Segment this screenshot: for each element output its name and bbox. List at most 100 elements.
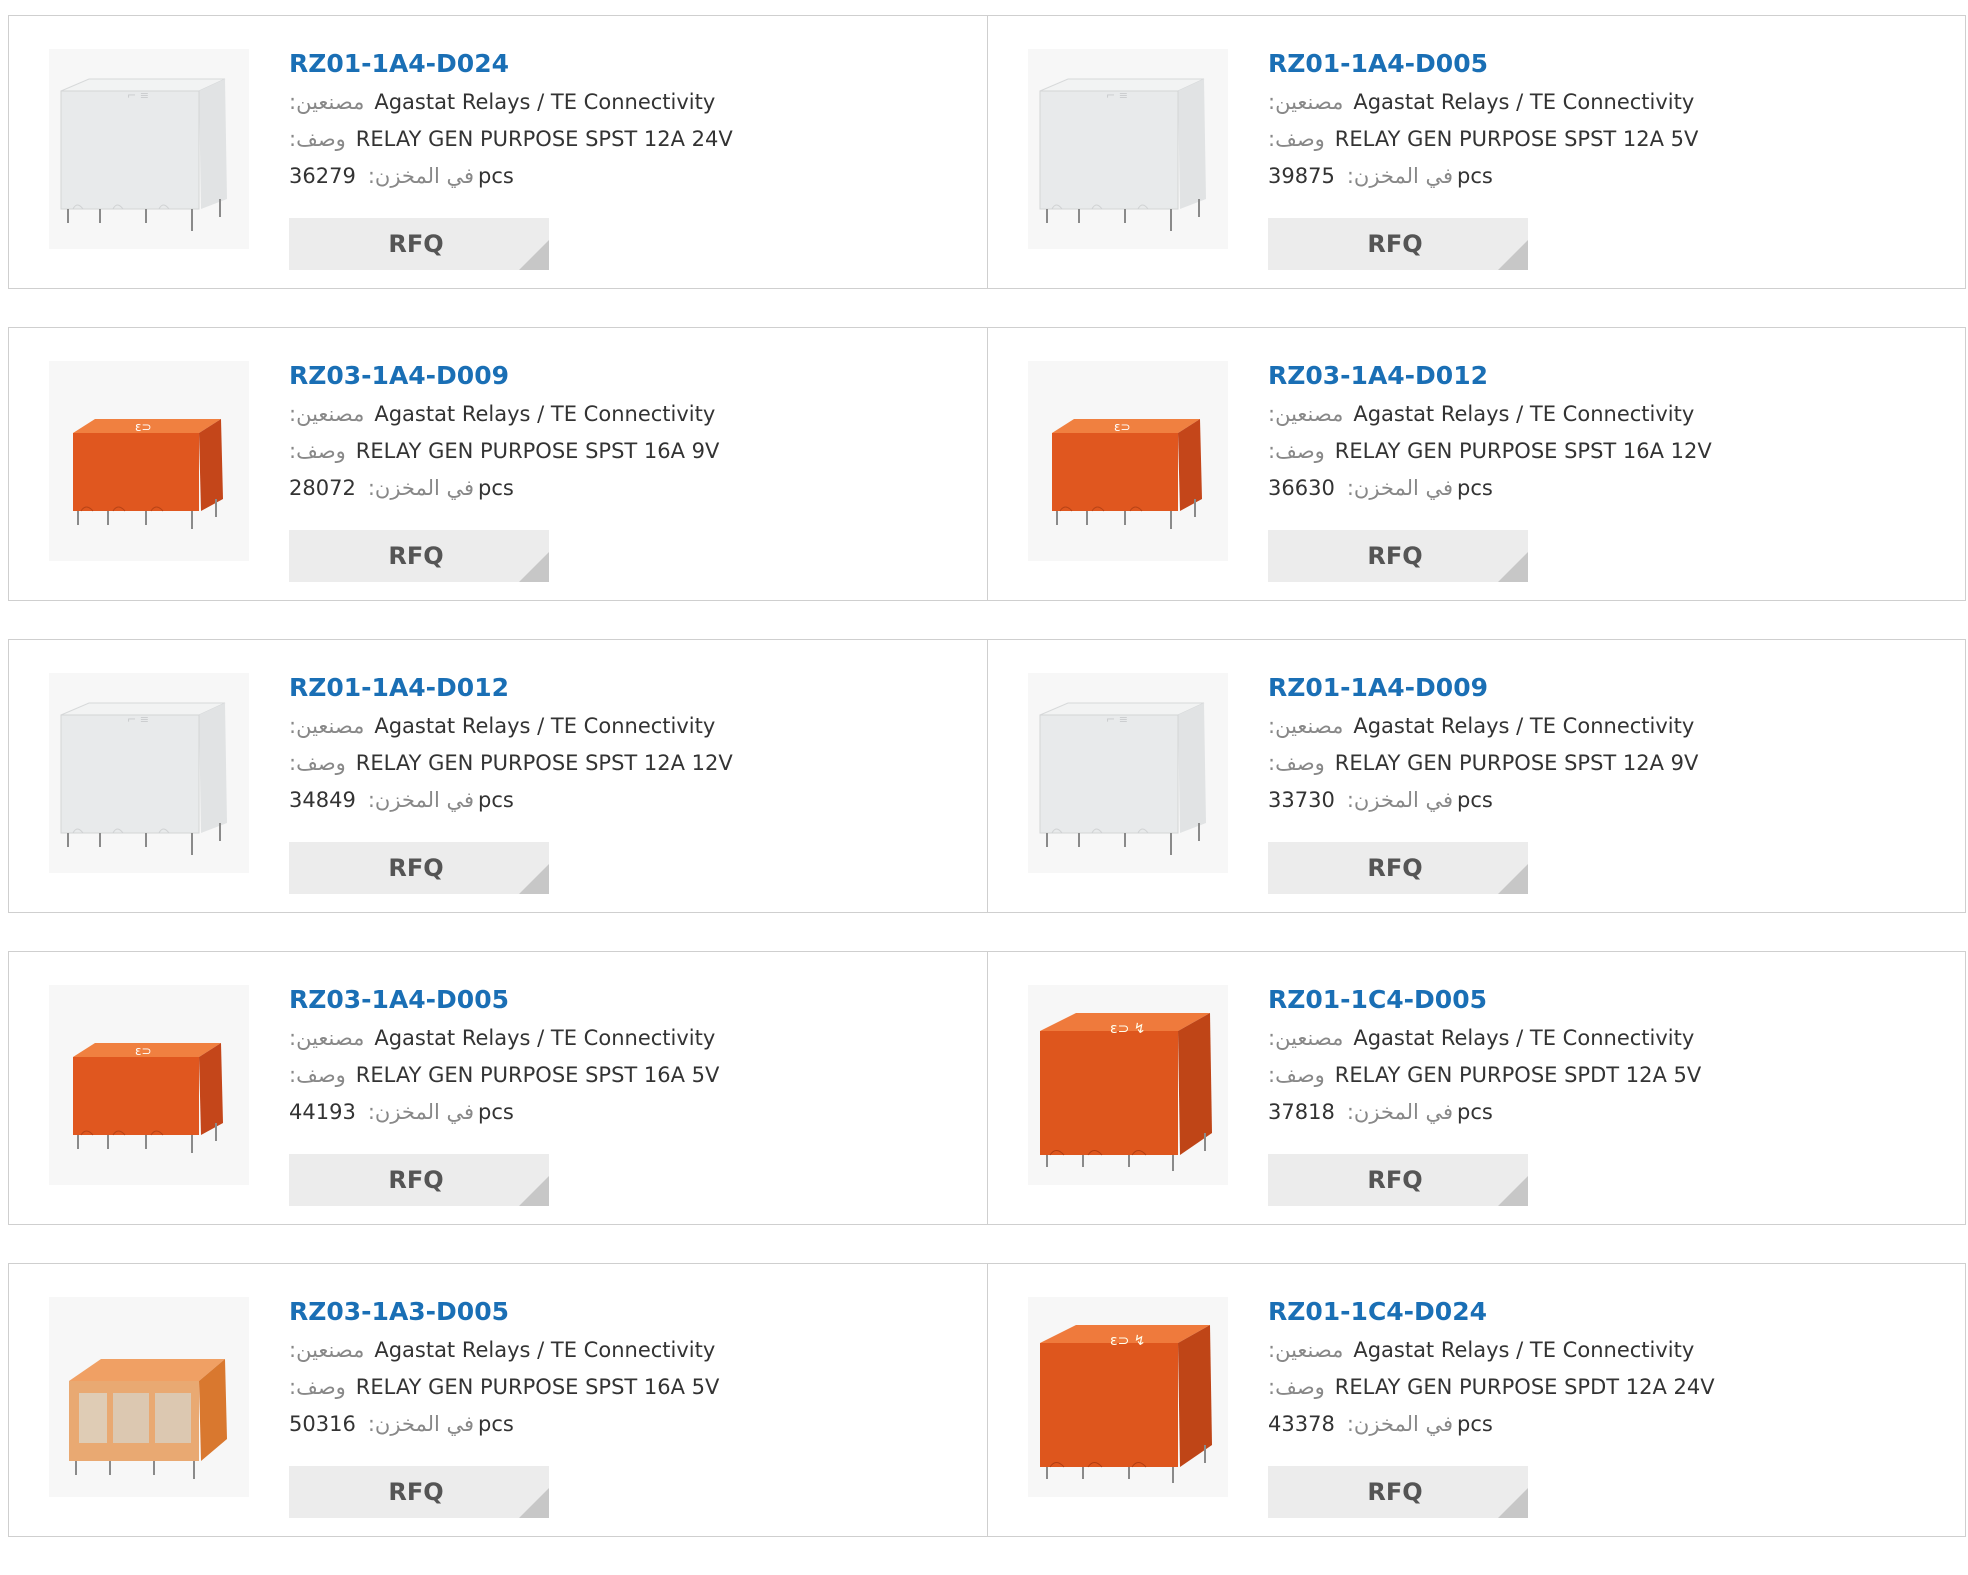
stock-value: 43378 <box>1268 1412 1335 1436</box>
product-image[interactable]: ɛ⊃ ↯ <box>1028 985 1228 1185</box>
corner-triangle-icon <box>1498 240 1528 270</box>
svg-text:⌐ ≡: ⌐ ≡ <box>127 89 149 102</box>
stock-unit: pcs <box>478 1412 514 1436</box>
svg-text:ɛ⊃: ɛ⊃ <box>135 420 152 434</box>
stock-line: 43378:في المخزن pcs <box>1268 1406 1715 1443</box>
product-image[interactable]: ɛ⊃ <box>1028 361 1228 561</box>
rfq-button[interactable]: RFQ <box>1268 530 1528 582</box>
manufacturer-value: Agastat Relays / TE Connectivity <box>1353 402 1695 426</box>
product-info: RZ01-1A4-D012 :مصنعين Agastat Relays / TE… <box>289 668 733 819</box>
corner-triangle-icon <box>1498 1176 1528 1206</box>
stock-label: :في المخزن <box>367 164 475 188</box>
product-image[interactable]: ⌐ ≡ <box>49 49 249 249</box>
stock-value: 50316 <box>289 1412 356 1436</box>
stock-line: 28072:في المخزن pcs <box>289 470 719 507</box>
product-info: RZ03-1A3-D005 :مصنعين Agastat Relays / TE… <box>289 1292 719 1443</box>
stock-line: 44193:في المخزن pcs <box>289 1094 719 1131</box>
product-card: ɛ⊃ RZ03-1A4-D005 :مصنعين Agastat Relays /… <box>8 951 988 1225</box>
product-image[interactable]: ⌐ ≡ <box>49 673 249 873</box>
stock-value: 44193 <box>289 1100 356 1124</box>
manufacturer-line: :مصنعين Agastat Relays / TE Connectivity <box>1268 1332 1715 1369</box>
description-value: RELAY GEN PURPOSE SPST 16A 5V <box>355 1063 720 1087</box>
stock-label: :في المخزن <box>367 1100 475 1124</box>
rfq-button[interactable]: RFQ <box>289 842 549 894</box>
product-image[interactable]: ɛ⊃ ↯ <box>1028 1297 1228 1497</box>
product-image[interactable]: ⌐ ≡ <box>1028 673 1228 873</box>
description-label: :وصف <box>289 751 346 775</box>
manufacturer-value: Agastat Relays / TE Connectivity <box>374 90 716 114</box>
stock-value: 39875 <box>1268 164 1335 188</box>
manufacturer-label: :مصنعين <box>1268 714 1344 738</box>
description-line: :وصف RELAY GEN PURPOSE SPDT 12A 24V <box>1268 1369 1715 1406</box>
product-image[interactable]: ⌐ ≡ <box>1028 49 1228 249</box>
stock-line: 36279:في المخزن pcs <box>289 158 733 195</box>
part-number-link[interactable]: RZ01-1A4-D012 <box>289 668 733 708</box>
part-number-link[interactable]: RZ01-1C4-D005 <box>1268 980 1701 1020</box>
description-label: :وصف <box>289 1375 346 1399</box>
rfq-label: RFQ <box>388 230 444 258</box>
product-row: ⌐ ≡ RZ01-1A4-D012 :مصنعين Agastat Relays … <box>8 639 1966 913</box>
svg-text:⌐ ≡: ⌐ ≡ <box>1106 89 1128 102</box>
stock-label: :في المخزن <box>367 788 475 812</box>
corner-triangle-icon <box>519 240 549 270</box>
rfq-button[interactable]: RFQ <box>1268 1466 1528 1518</box>
part-number-link[interactable]: RZ01-1A4-D024 <box>289 44 733 84</box>
product-card: ⌐ ≡ RZ01-1A4-D005 :مصنعين Agastat Relays … <box>988 15 1966 289</box>
rfq-label: RFQ <box>388 1166 444 1194</box>
stock-line: 37818:في المخزن pcs <box>1268 1094 1701 1131</box>
rfq-button[interactable]: RFQ <box>1268 842 1528 894</box>
description-line: :وصف RELAY GEN PURPOSE SPST 16A 9V <box>289 433 719 470</box>
stock-label: :في المخزن <box>1346 476 1454 500</box>
manufacturer-value: Agastat Relays / TE Connectivity <box>374 714 716 738</box>
stock-line: 36630:في المخزن pcs <box>1268 470 1712 507</box>
stock-value: 28072 <box>289 476 356 500</box>
corner-triangle-icon <box>519 1488 549 1518</box>
rfq-button[interactable]: RFQ <box>1268 218 1528 270</box>
description-label: :وصف <box>1268 439 1325 463</box>
description-value: RELAY GEN PURPOSE SPST 16A 12V <box>1334 439 1712 463</box>
manufacturer-label: :مصنعين <box>1268 1026 1344 1050</box>
product-info: RZ01-1A4-D005 :مصنعين Agastat Relays / TE… <box>1268 44 1698 195</box>
manufacturer-value: Agastat Relays / TE Connectivity <box>374 402 716 426</box>
rfq-button[interactable]: RFQ <box>289 218 549 270</box>
part-number-link[interactable]: RZ03-1A4-D005 <box>289 980 719 1020</box>
part-number-link[interactable]: RZ01-1A4-D009 <box>1268 668 1698 708</box>
manufacturer-line: :مصنعين Agastat Relays / TE Connectivity <box>289 396 719 433</box>
rfq-button[interactable]: RFQ <box>289 1154 549 1206</box>
stock-line: 50316:في المخزن pcs <box>289 1406 719 1443</box>
part-number-link[interactable]: RZ01-1A4-D005 <box>1268 44 1698 84</box>
product-card: ɛ⊃ RZ03-1A4-D009 :مصنعين Agastat Relays /… <box>8 327 988 601</box>
part-number-link[interactable]: RZ01-1C4-D024 <box>1268 1292 1715 1332</box>
manufacturer-label: :مصنعين <box>289 1338 365 1362</box>
part-number-link[interactable]: RZ03-1A3-D005 <box>289 1292 719 1332</box>
manufacturer-line: :مصنعين Agastat Relays / TE Connectivity <box>1268 1020 1701 1057</box>
product-image[interactable]: ɛ⊃ <box>49 985 249 1185</box>
description-line: :وصف RELAY GEN PURPOSE SPDT 12A 5V <box>1268 1057 1701 1094</box>
product-image[interactable]: ɛ⊃ <box>49 361 249 561</box>
manufacturer-line: :مصنعين Agastat Relays / TE Connectivity <box>289 84 733 121</box>
rfq-label: RFQ <box>1367 854 1423 882</box>
product-info: RZ03-1A4-D009 :مصنعين Agastat Relays / TE… <box>289 356 719 507</box>
description-label: :وصف <box>1268 751 1325 775</box>
rfq-button[interactable]: RFQ <box>289 530 549 582</box>
product-image[interactable] <box>49 1297 249 1497</box>
rfq-label: RFQ <box>388 854 444 882</box>
rfq-button[interactable]: RFQ <box>1268 1154 1528 1206</box>
description-value: RELAY GEN PURPOSE SPST 12A 24V <box>355 127 733 151</box>
description-value: RELAY GEN PURPOSE SPST 12A 9V <box>1334 751 1699 775</box>
description-label: :وصف <box>289 439 346 463</box>
part-number-link[interactable]: RZ03-1A4-D009 <box>289 356 719 396</box>
stock-value: 34849 <box>289 788 356 812</box>
product-info: RZ01-1C4-D024 :مصنعين Agastat Relays / TE… <box>1268 1292 1715 1443</box>
stock-unit: pcs <box>1457 1412 1493 1436</box>
description-line: :وصف RELAY GEN PURPOSE SPST 16A 5V <box>289 1369 719 1406</box>
description-line: :وصف RELAY GEN PURPOSE SPST 12A 9V <box>1268 745 1698 782</box>
product-row: ɛ⊃ RZ03-1A4-D005 :مصنعين Agastat Relays /… <box>8 951 1966 1225</box>
description-label: :وصف <box>289 127 346 151</box>
rfq-button[interactable]: RFQ <box>289 1466 549 1518</box>
part-number-link[interactable]: RZ03-1A4-D012 <box>1268 356 1712 396</box>
description-line: :وصف RELAY GEN PURPOSE SPST 12A 12V <box>289 745 733 782</box>
corner-triangle-icon <box>1498 1488 1528 1518</box>
manufacturer-line: :مصنعين Agastat Relays / TE Connectivity <box>1268 396 1712 433</box>
manufacturer-line: :مصنعين Agastat Relays / TE Connectivity <box>1268 708 1698 745</box>
